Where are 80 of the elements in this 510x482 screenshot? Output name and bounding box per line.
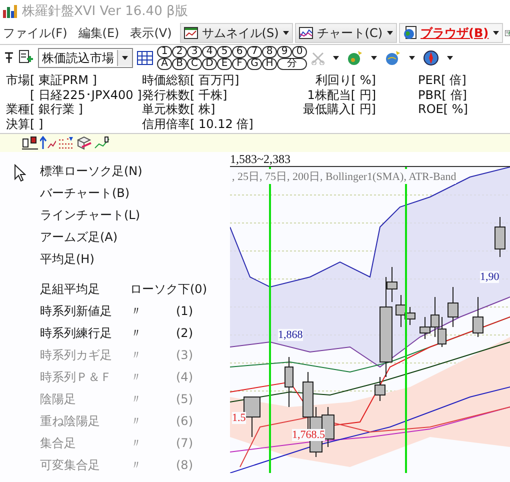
globe-icon[interactable] [347, 50, 363, 66]
price-chart-icon[interactable] [94, 136, 110, 150]
info-field: 最低購入[ 円] [302, 102, 376, 116]
letter-key[interactable]: F [232, 58, 247, 70]
line-chart-icon [298, 27, 313, 39]
chart-type-menu-item[interactable]: 標準ローソク足(N) [0, 160, 230, 182]
grid-icon[interactable] [137, 51, 153, 65]
toolbar-dropdown-button[interactable]: ブラウザ(B) [398, 23, 503, 43]
info-field: 信用倍率[ 10.12 倍] [142, 116, 292, 131]
app-icon [2, 3, 18, 19]
info-field: 発行株数[ 千株] [142, 88, 292, 102]
chart-type-menu-item[interactable]: アームズ足(A) [0, 226, 230, 248]
info-field: 1株配当[ 円] [307, 88, 376, 102]
letter-key[interactable]: A [157, 58, 172, 70]
indicator-legend: , 25日, 75日, 200日, Bollinger1(SMA), ATR-Band [232, 169, 456, 184]
add-document-icon[interactable] [18, 50, 34, 66]
info-field: 市場[ 東証PRM ] [6, 73, 142, 88]
number-key[interactable]: 9 [277, 46, 292, 58]
number-key[interactable]: 0 [292, 46, 307, 58]
caret-icon[interactable] [409, 56, 415, 60]
menu-item[interactable]: ファイル(F) [0, 24, 74, 42]
price-label: 1,768.5 [292, 429, 325, 441]
up-arrow-line-icon[interactable] [40, 136, 56, 150]
dotted-bars-icon[interactable] [58, 136, 74, 150]
letter-key[interactable]: H [262, 58, 277, 70]
number-key[interactable]: 3 [187, 46, 202, 58]
info-field: 時価総額[ 百万円] [142, 73, 292, 88]
thumbnail-chart-icon [184, 27, 198, 39]
toolbar-dropdown-button[interactable]: サムネイル(S) [180, 23, 293, 43]
box-arrow-icon[interactable] [76, 136, 92, 150]
window-title: 株羅針盤XVI Ver 16.40 β版 [22, 3, 188, 20]
info-field: PBR[ 倍] [418, 88, 498, 102]
candlestick [244, 396, 260, 438]
menu-item[interactable]: 表示(V) [127, 24, 178, 42]
info-field: 利回り[ %] [315, 73, 376, 88]
letter-key[interactable]: E [217, 58, 232, 70]
mouse-pointer-icon [14, 164, 26, 182]
info-field: 単元株数[ 株] [142, 102, 292, 116]
chart-type-menu-item[interactable]: バーチャート(B) [0, 182, 230, 204]
globe-icon [402, 26, 417, 40]
globe-icon[interactable] [385, 50, 401, 66]
letter-key[interactable]: C [187, 58, 202, 70]
candlestick [448, 286, 458, 328]
toolbar-dropdown-button[interactable]: チャート(C) [294, 23, 397, 43]
number-key[interactable]: 7 [247, 46, 262, 58]
menu-item[interactable]: 編集(E) [75, 24, 126, 42]
letter-key[interactable]: D [202, 58, 217, 70]
chart-type-menu-item[interactable]: ラインチャート(L) [0, 204, 230, 226]
chart-type-menu-item[interactable]: 時系列練行足 〃 (2) [0, 322, 230, 344]
info-field: PER[ 倍] [418, 73, 498, 88]
letter-key[interactable]: B [172, 58, 187, 70]
caret-icon[interactable] [333, 56, 339, 60]
caret-icon[interactable] [371, 56, 377, 60]
info-field: [ 日経225･JPX400 ] [6, 88, 142, 102]
price-label: 1,90 [480, 271, 500, 283]
candlestick [472, 296, 484, 338]
caret-icon[interactable] [447, 56, 453, 60]
candlestick [438, 316, 446, 348]
info-field: 決算[ ] [6, 116, 142, 131]
number-key[interactable]: 8 [262, 46, 277, 58]
letter-key[interactable]: G [247, 58, 262, 70]
pin-icon[interactable] [4, 52, 14, 64]
number-key[interactable]: 6 [232, 46, 247, 58]
number-key[interactable]: 5 [217, 46, 232, 58]
chart-type-menu-item[interactable]: 足組平均足 ローソク下(0) [0, 278, 230, 300]
letter-key[interactable]: 分 [277, 58, 307, 70]
price-label: 1,868 [278, 329, 303, 341]
market-dropdown[interactable]: 株価読込市場 [38, 48, 133, 68]
candlestick [494, 216, 506, 258]
compass-icon[interactable] [423, 50, 439, 66]
price-label: 1.5 [232, 412, 246, 424]
chart-type-menu-item[interactable]: 平均足(H) [0, 248, 230, 270]
candlestick [284, 356, 294, 408]
number-key[interactable]: 4 [202, 46, 217, 58]
info-field: ROE[ %] [418, 102, 498, 116]
number-key[interactable]: 2 [172, 46, 187, 58]
chart-type-menu-item[interactable]: 時系列新値足 〃 (1) [0, 300, 230, 322]
info-field: 業種[ 銀行業 ] [6, 102, 142, 116]
number-key[interactable]: 1 [157, 46, 172, 58]
candlestick-icon[interactable] [22, 136, 38, 150]
